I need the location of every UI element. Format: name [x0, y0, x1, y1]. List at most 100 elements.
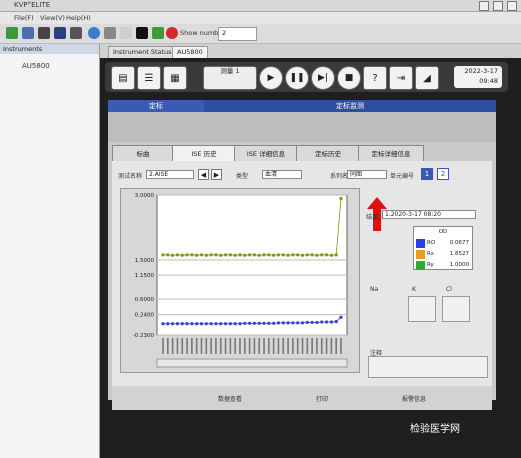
- data-point-rs: [320, 253, 324, 257]
- menu-help[interactable]: Help(H): [66, 14, 91, 22]
- sub-tabs: 标曲 ISE 历史 ISE 详细信息 定标历史 定标详细信息: [112, 145, 492, 163]
- data-point-rf: [238, 322, 242, 326]
- status-plate: 测量 1: [203, 66, 257, 90]
- list-icon[interactable]: [54, 27, 66, 39]
- x-tick-label: [191, 338, 193, 354]
- close-button[interactable]: [507, 1, 517, 11]
- section-tabs: 定标 定标监测: [108, 100, 496, 112]
- tab-calibration[interactable]: 定标: [108, 100, 204, 112]
- data-point-rs: [243, 253, 247, 257]
- skip-icon[interactable]: ▶|: [311, 66, 335, 90]
- stop-icon[interactable]: ■: [337, 66, 361, 90]
- monitor-icon[interactable]: [22, 27, 34, 39]
- menu-view[interactable]: View(V): [40, 14, 65, 22]
- data-point-rs: [276, 253, 281, 257]
- window-title: KVP°ELITE: [14, 1, 51, 9]
- next-icon[interactable]: ▶: [211, 169, 222, 180]
- x-tick-label: [200, 338, 203, 354]
- data-point-rf: [209, 322, 213, 326]
- page-button-2[interactable]: 2: [437, 168, 449, 180]
- data-point-rf: [195, 322, 199, 326]
- prev-icon[interactable]: ◀: [198, 169, 209, 180]
- maximize-button[interactable]: [493, 1, 503, 11]
- data-point-rf: [296, 321, 300, 325]
- data-point-rf: [243, 321, 247, 325]
- analyzer-label: 测试名称: [118, 173, 143, 180]
- k-box: [442, 296, 470, 322]
- data-point-rs: [180, 253, 184, 257]
- data-point-rs: [315, 253, 319, 257]
- panel-header-area: [108, 112, 496, 142]
- tab-instrument-status[interactable]: Instrument Status: [108, 46, 177, 58]
- x-tick-label: [340, 338, 342, 354]
- data-point-rf: [185, 322, 189, 326]
- document-icon[interactable]: ▦: [163, 66, 187, 90]
- data-point-rs: [209, 253, 213, 257]
- data-point-rf: [286, 321, 290, 325]
- data-point-rs: [339, 196, 343, 201]
- status-icon[interactable]: [152, 27, 164, 39]
- x-tick-label: [167, 338, 169, 354]
- datetime: 2022-3-17 09:48: [454, 66, 502, 88]
- page-label: 单元编号: [390, 173, 415, 180]
- data-point-rf: [199, 322, 204, 326]
- data-point-rf: [171, 322, 175, 326]
- data-point-rf: [233, 322, 237, 326]
- na-box: [408, 296, 436, 322]
- x-tick-label: [292, 338, 294, 354]
- instruments-header: Instruments: [0, 44, 99, 54]
- printer-icon[interactable]: ▤: [111, 66, 135, 90]
- exit-icon[interactable]: ⇥: [389, 66, 413, 90]
- series-label: 系列名: [330, 173, 349, 180]
- play-icon[interactable]: ▶: [259, 66, 283, 90]
- result-label: 结果: [366, 214, 379, 221]
- time-text: 09:48: [479, 77, 498, 85]
- comment-box[interactable]: [368, 356, 488, 378]
- data-point-rf: [276, 321, 281, 325]
- data-point-rs: [267, 253, 271, 257]
- settings-icon[interactable]: [104, 27, 116, 39]
- globe-icon[interactable]: [88, 27, 100, 39]
- instrument-item[interactable]: AU5800: [22, 62, 50, 70]
- page-button-1[interactable]: 1: [421, 168, 433, 180]
- data-point-rs: [171, 253, 175, 257]
- menu-file[interactable]: File(F): [14, 14, 34, 22]
- x-tick-label: [243, 338, 246, 354]
- analyzer-select[interactable]: 2.AISE: [146, 170, 194, 179]
- print-button[interactable]: 打印: [292, 394, 352, 404]
- data-point-rf: [339, 315, 343, 319]
- tab-au5800[interactable]: AU5800: [172, 46, 208, 58]
- cl-label: Cl: [446, 286, 452, 293]
- alarm-icon[interactable]: [166, 27, 178, 39]
- x-tick-label: [306, 338, 309, 354]
- x-tick-label: [224, 338, 227, 354]
- x-tick-label: [176, 338, 179, 354]
- series-select[interactable]: 同图: [347, 170, 387, 179]
- window-title-bar: KVP°ELITE: [0, 0, 521, 12]
- add-icon[interactable]: [6, 27, 18, 39]
- x-tick-label: [248, 338, 251, 354]
- y-tick-label: 0.2400: [135, 313, 155, 319]
- type-field[interactable]: 血清: [262, 170, 302, 179]
- table-icon[interactable]: [70, 27, 82, 39]
- slope-icon[interactable]: ◢: [415, 66, 439, 90]
- x-tick-label: [277, 338, 280, 354]
- list-report-icon[interactable]: ☰: [137, 66, 161, 90]
- x-tick-label: [186, 338, 188, 354]
- data-point-rs: [219, 253, 223, 257]
- stop-square-icon[interactable]: [136, 27, 148, 39]
- minimize-button[interactable]: [479, 1, 489, 11]
- ise-history-chart: 3.0000 1.5000 1.1500 0.6000 0.2400 -0.2300: [120, 188, 360, 373]
- alarm-button[interactable]: 报警信息: [384, 394, 444, 404]
- data-point-rf: [281, 321, 285, 325]
- calibration-date-select[interactable]: 1.2020-3-17 08:20: [382, 210, 476, 219]
- camera-icon[interactable]: [120, 27, 132, 39]
- tab-calibration-monitor[interactable]: 定标监测: [204, 100, 496, 112]
- data-point-rs: [281, 253, 285, 257]
- help-icon[interactable]: ?: [363, 66, 387, 90]
- show-number-input[interactable]: 2: [218, 27, 257, 41]
- pause-icon[interactable]: ❚❚: [285, 66, 309, 90]
- data-view-button[interactable]: 数据查看: [200, 394, 260, 404]
- tools-icon[interactable]: [38, 27, 50, 39]
- x-tick-label: [272, 338, 275, 354]
